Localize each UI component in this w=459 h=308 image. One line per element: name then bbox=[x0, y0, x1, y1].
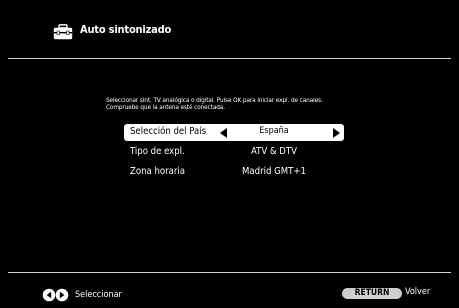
return-button[interactable]: RETURN bbox=[342, 288, 402, 299]
toolbox-icon bbox=[53, 24, 73, 40]
setting-value: Madrid GMT+1 bbox=[242, 166, 306, 177]
setting-label: Tipo de expl. bbox=[130, 146, 185, 157]
setting-row-scan-type[interactable]: Tipo de expl. ATV & DTV bbox=[124, 144, 344, 161]
auto-tuning-screen: Auto sintonizado Seleccionar sint. TV an… bbox=[0, 0, 459, 308]
setting-label: Selección del País bbox=[130, 126, 207, 137]
left-right-arrows-icon bbox=[42, 288, 69, 302]
setting-row-country[interactable]: Selección del País España bbox=[124, 124, 344, 141]
footer-divider bbox=[8, 272, 451, 273]
setting-row-timezone[interactable]: Zona horaria Madrid GMT+1 bbox=[124, 164, 344, 181]
select-label: Seleccionar bbox=[75, 290, 122, 300]
instruction-line: Compruebe que la antena esté conectada. bbox=[106, 103, 225, 111]
setting-value: ATV & DTV bbox=[251, 146, 297, 157]
back-label: Volver bbox=[405, 287, 431, 297]
header: Auto sintonizado bbox=[0, 0, 459, 58]
instructions-text: Seleccionar sint. TV analógica o digital… bbox=[106, 97, 406, 111]
arrow-left-icon[interactable] bbox=[220, 128, 227, 138]
setting-value: España bbox=[259, 126, 289, 136]
setting-label: Zona horaria bbox=[130, 166, 185, 177]
settings-list: Selección del País España Tipo de expl. … bbox=[124, 124, 344, 184]
header-divider bbox=[8, 58, 451, 59]
page-title: Auto sintonizado bbox=[80, 23, 172, 36]
arrow-right-icon[interactable] bbox=[333, 128, 340, 138]
